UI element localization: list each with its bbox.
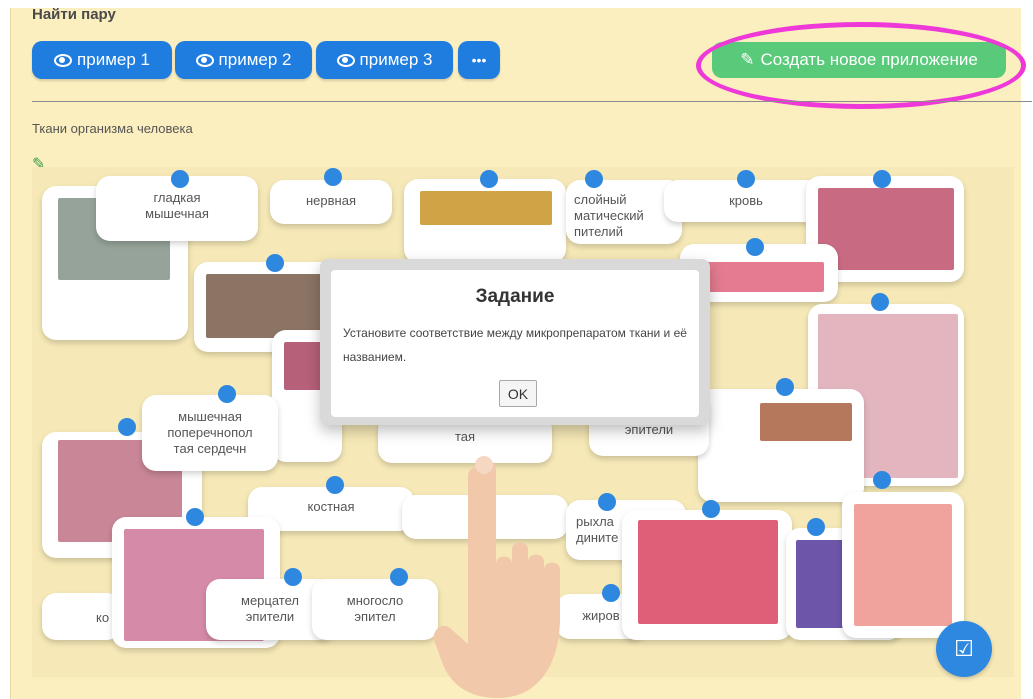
connector-dot[interactable] [171,170,189,188]
connector-dot[interactable] [873,170,891,188]
connector-dot[interactable] [218,385,236,403]
top-strip [0,0,1033,8]
image-card-cracked[interactable] [698,389,864,502]
micrograph-image [760,403,852,441]
eye-icon [195,53,214,67]
text-card-multilayer[interactable]: многосло эпител [312,579,438,640]
more-label: ••• [471,52,487,68]
check-answer-button[interactable]: ☑ [936,621,992,677]
example-2-button[interactable]: пример 2 [175,41,312,79]
ok-label: OK [507,385,529,402]
ok-button[interactable]: OK [499,380,537,407]
example-1-label: пример 1 [77,50,150,69]
micrograph-image [638,520,778,624]
example-3-button[interactable]: пример 3 [316,41,453,79]
image-card-yellow[interactable] [404,179,566,263]
connector-dot[interactable] [186,508,204,526]
micrograph-image [854,504,952,626]
text-card-left-bottom-label: ко [96,610,110,625]
divider [32,101,1032,102]
micrograph-image [818,188,954,270]
check-icon: ☑ [954,636,974,661]
example-3-label: пример 3 [359,50,433,69]
task-modal: Задание Установите соответствие между ми… [331,270,699,417]
more-button[interactable]: ••• [458,41,500,79]
text-card-nervous[interactable]: нервная [270,180,392,224]
text-card-left-bottom[interactable]: ко [42,593,121,640]
connector-dot[interactable] [324,168,342,186]
modal-title: Задание [475,286,555,307]
connector-dot[interactable] [746,238,764,256]
connector-dot[interactable] [480,170,498,188]
eye-icon [54,53,73,67]
image-card-rbc[interactable] [842,492,964,638]
example-2-label: пример 2 [218,50,292,69]
section-title: Ткани организма человека [32,121,193,136]
modal-text: Установите соответствие между микропрепа… [343,326,687,364]
image-card-dense[interactable] [622,510,792,640]
example-1-button[interactable]: пример 1 [32,41,172,79]
connector-dot[interactable] [873,471,891,489]
connector-dot[interactable] [326,476,344,494]
connector-dot[interactable] [266,254,284,272]
connector-dot[interactable] [585,170,603,188]
micrograph-image [206,274,322,338]
app-title: Найти пару [32,6,116,23]
connector-dot[interactable] [807,518,825,536]
text-card-cardiac[interactable]: мышечная поперечнопол тая сердечн [142,395,278,471]
micrograph-image [420,191,552,225]
connector-dot[interactable] [871,293,889,311]
connector-dot[interactable] [776,378,794,396]
eye-icon [336,53,355,67]
connector-dot[interactable] [702,500,720,518]
connector-dot[interactable] [737,170,755,188]
connector-dot[interactable] [284,568,302,586]
pointer-hand-illustration [433,456,560,698]
connector-dot[interactable] [390,568,408,586]
highlight-ellipse [696,22,1026,109]
connector-dot[interactable] [118,418,136,436]
